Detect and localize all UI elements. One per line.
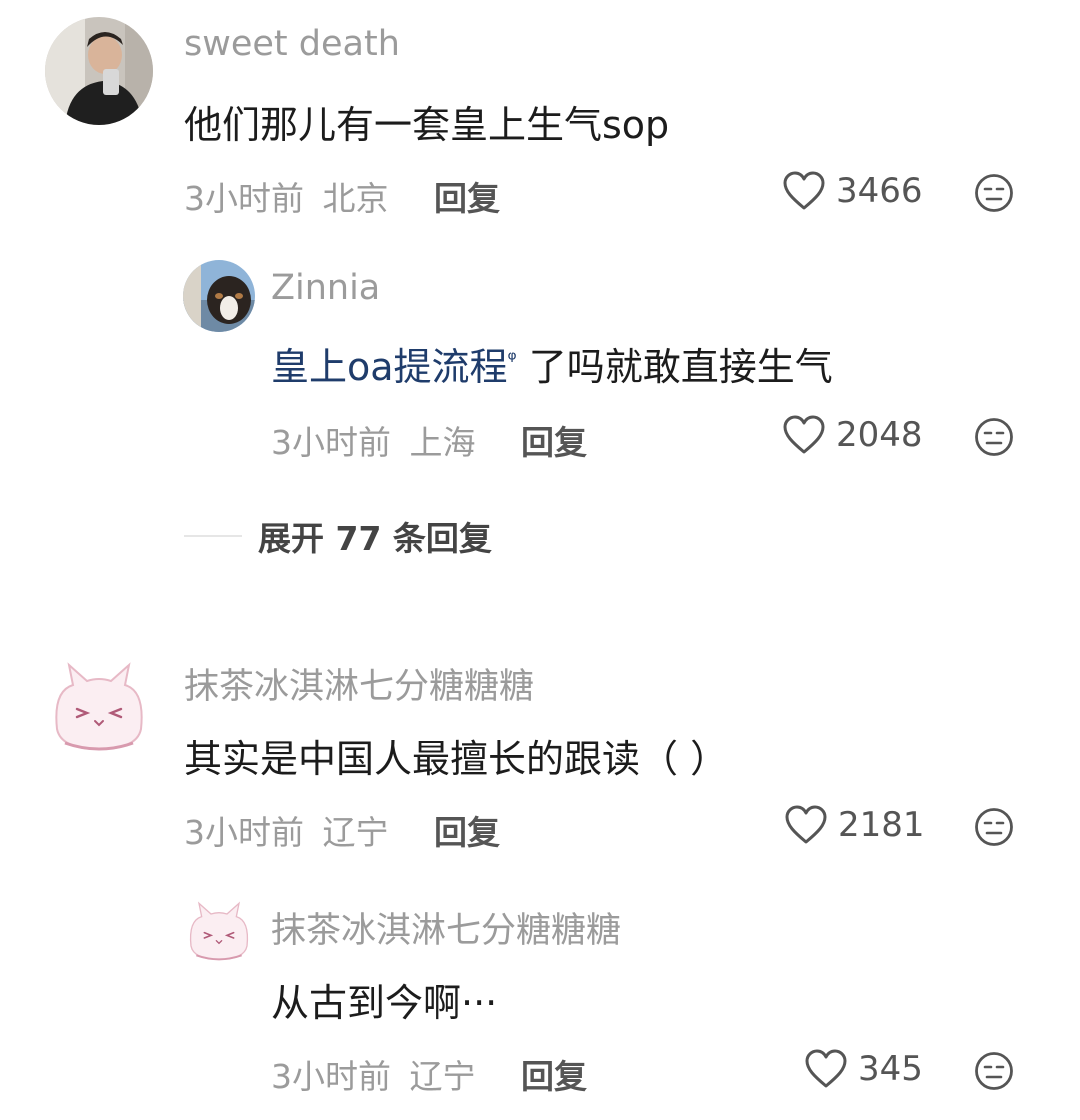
expand-replies-label: 展开 77 条回复 xyxy=(258,519,492,558)
like-count: 3466 xyxy=(836,171,923,211)
dislike-button[interactable] xyxy=(974,417,1014,457)
unamused-face-icon xyxy=(975,808,1013,846)
search-mark-icon[interactable]: ᵠ xyxy=(508,347,517,372)
comment-username[interactable]: sweet death xyxy=(184,24,400,64)
expand-replies-button[interactable]: 展开 77 条回复 xyxy=(184,512,492,560)
comment-time: 3小时前 xyxy=(184,179,304,218)
reply-button[interactable]: 回复 xyxy=(521,416,587,464)
comment-username[interactable]: 抹茶冰淇淋七分糖糖糖 xyxy=(184,658,534,709)
reply-button[interactable]: 回复 xyxy=(521,1050,587,1098)
reply-text: 从古到今啊··· xyxy=(271,981,498,1025)
like-count: 2048 xyxy=(836,415,923,455)
reply-button[interactable]: 回复 xyxy=(434,806,500,854)
like-button[interactable]: 345 xyxy=(804,1048,923,1090)
like-button[interactable]: 2181 xyxy=(784,804,925,846)
comment-meta: 3小时前 辽宁 xyxy=(184,806,389,854)
like-button[interactable]: 3466 xyxy=(782,170,923,212)
reply-time: 3小时前 xyxy=(271,423,391,462)
comment-text: 其实是中国人最擅长的跟读（ ） xyxy=(184,737,729,781)
reply-time: 3小时前 xyxy=(271,1057,391,1096)
reply-location: 辽宁 xyxy=(409,1057,476,1096)
comment-text: 他们那儿有一套皇上生气sop xyxy=(184,103,670,147)
reply-text: 皇上oa提流程ᵠ 了吗就敢直接生气 xyxy=(271,336,833,391)
avatar[interactable] xyxy=(45,651,153,759)
avatar[interactable] xyxy=(183,260,255,332)
avatar[interactable] xyxy=(183,894,255,966)
avatar[interactable] xyxy=(45,17,153,125)
heart-outline-icon xyxy=(783,415,825,454)
search-link[interactable]: 皇上oa提流程 xyxy=(271,345,508,389)
reply-text-rest: 了吗就敢直接生气 xyxy=(516,345,833,389)
like-count: 2181 xyxy=(838,805,925,845)
dislike-button[interactable] xyxy=(974,1051,1014,1091)
reply-meta: 3小时前 辽宁 xyxy=(271,1050,476,1098)
like-count: 345 xyxy=(858,1049,923,1089)
comment-location: 北京 xyxy=(322,179,389,218)
heart-outline-icon xyxy=(783,171,825,210)
dislike-button[interactable] xyxy=(974,807,1014,847)
reply-location: 上海 xyxy=(409,423,476,462)
divider xyxy=(184,535,242,537)
reply-button[interactable]: 回复 xyxy=(434,172,500,220)
like-button[interactable]: 2048 xyxy=(782,414,923,456)
unamused-face-icon xyxy=(975,174,1013,212)
unamused-face-icon xyxy=(975,1052,1013,1090)
comment-meta: 3小时前 北京 xyxy=(184,172,389,220)
unamused-face-icon xyxy=(975,418,1013,456)
reply-username[interactable]: Zinnia xyxy=(271,268,380,308)
dislike-button[interactable] xyxy=(974,173,1014,213)
comment-location: 辽宁 xyxy=(322,813,389,852)
heart-outline-icon xyxy=(785,805,827,844)
heart-outline-icon xyxy=(805,1049,847,1088)
comment-time: 3小时前 xyxy=(184,813,304,852)
reply-meta: 3小时前 上海 xyxy=(271,416,476,464)
reply-username[interactable]: 抹茶冰淇淋七分糖糖糖 xyxy=(271,902,621,953)
